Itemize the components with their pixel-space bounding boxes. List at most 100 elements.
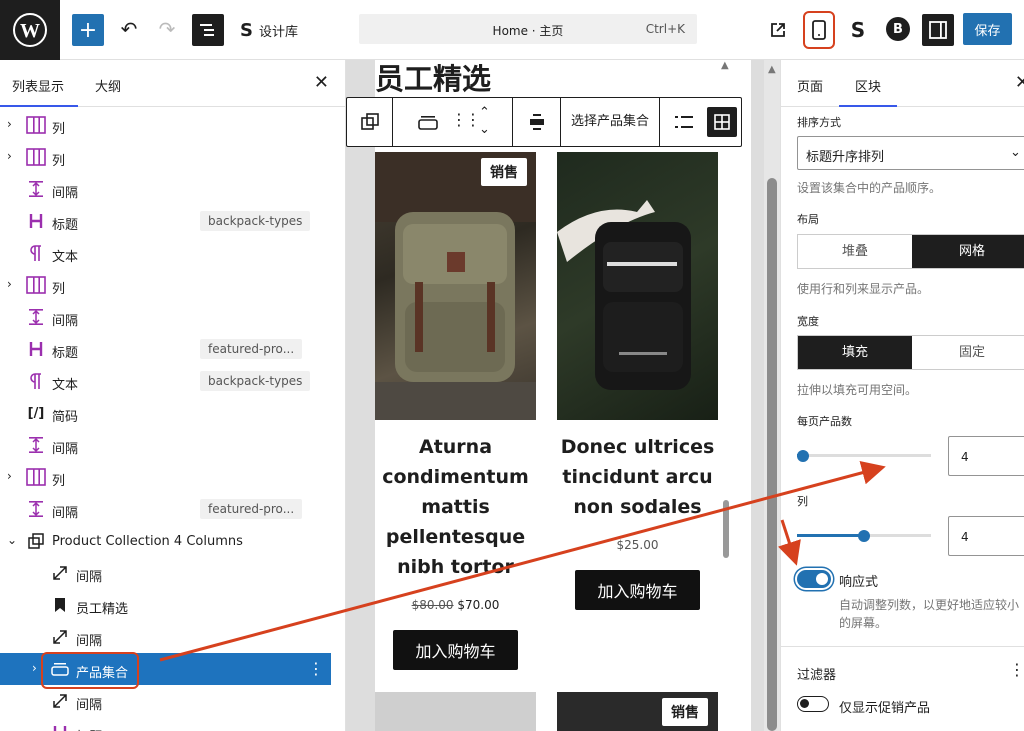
- settings-sidebar-button[interactable]: [922, 14, 954, 46]
- product-title[interactable]: Donec ultrices tincidunt arcu non sodale…: [557, 432, 718, 522]
- scrollbar-thumb[interactable]: [767, 178, 777, 731]
- slider-thumb[interactable]: [797, 450, 809, 462]
- close-icon[interactable]: ✕: [314, 72, 329, 93]
- toggle-knob: [816, 573, 828, 585]
- list-view-item[interactable]: › 列: [0, 141, 345, 173]
- redo-icon[interactable]: ↷: [154, 16, 180, 42]
- list-view-item-label: 简码: [52, 410, 79, 425]
- stylebook-icon: S: [240, 19, 253, 41]
- layout-grid-option[interactable]: 网格: [912, 235, 1024, 268]
- options-icon[interactable]: ⋮: [308, 659, 324, 678]
- slider-thumb[interactable]: [858, 530, 870, 542]
- scroll-up-icon[interactable]: ▲: [768, 64, 776, 75]
- sort-label: 排序方式: [797, 116, 841, 129]
- list-view-item[interactable]: 标题 backpack-types: [0, 205, 345, 237]
- tab-page[interactable]: 页面: [797, 76, 823, 95]
- list-view-item[interactable]: 间隔: [0, 685, 345, 717]
- columns-slider[interactable]: [797, 528, 931, 544]
- command-palette-button[interactable]: Home · 主页 Ctrl+K: [359, 14, 697, 44]
- product-image[interactable]: [375, 152, 536, 420]
- list-view-item[interactable]: 间隔: [0, 173, 345, 205]
- editor-scrollbar[interactable]: ▲: [764, 60, 780, 731]
- document-overview-button[interactable]: [192, 14, 224, 46]
- product-price: $25.00: [616, 538, 659, 552]
- per-page-label: 每页产品数: [797, 415, 852, 428]
- list-view-item-label: Product Collection 4 Columns: [52, 534, 243, 549]
- list-view-item[interactable]: › 列: [0, 109, 345, 141]
- add-to-cart-button[interactable]: 加入购物车: [575, 570, 700, 610]
- list-view-item[interactable]: 间隔 featured-pro...: [0, 493, 345, 525]
- tab-block[interactable]: 区块: [838, 76, 898, 107]
- list-view-item[interactable]: 标题: [0, 717, 345, 731]
- product-image[interactable]: [375, 692, 536, 731]
- save-button[interactable]: 保存: [963, 13, 1012, 45]
- site-editor-link[interactable]: S 设计库: [240, 18, 298, 42]
- canvas-scrollbar-thumb[interactable]: [723, 500, 729, 558]
- width-label: 宽度: [797, 315, 819, 328]
- chevron-right-icon[interactable]: ›: [7, 117, 12, 131]
- tab-outline[interactable]: 大纲: [95, 76, 121, 95]
- per-page-slider[interactable]: [797, 448, 931, 464]
- list-view-item-label: 列: [52, 154, 66, 169]
- resize-icon: [50, 692, 70, 710]
- chevron-right-icon[interactable]: ›: [7, 149, 12, 163]
- product-title[interactable]: Aturna condimentum mattis pellentesque n…: [375, 432, 536, 582]
- list-view-item[interactable]: 间隔: [0, 557, 345, 589]
- list-view-item[interactable]: ⌄ Product Collection 4 Columns: [0, 525, 345, 557]
- list-view-item[interactable]: 文本 backpack-types: [0, 365, 345, 397]
- page-heading[interactable]: 员工精选: [375, 60, 491, 98]
- list-view-item[interactable]: 文本: [0, 237, 345, 269]
- product-image[interactable]: [557, 152, 718, 420]
- close-icon[interactable]: ✕: [1015, 72, 1024, 93]
- plugin-icon[interactable]: B: [886, 17, 910, 41]
- heading-icon: [26, 340, 46, 358]
- collection-block-icon[interactable]: [417, 110, 439, 134]
- add-to-cart-button[interactable]: 加入购物车: [393, 630, 518, 670]
- per-page-input[interactable]: 4: [948, 436, 1024, 476]
- layout-stack-option[interactable]: 堆叠: [798, 235, 912, 268]
- chevron-down-icon[interactable]: ⌄: [7, 533, 17, 547]
- heading-icon: [50, 724, 70, 731]
- list-view-item-label: 文本: [52, 378, 79, 393]
- list-view-item[interactable]: › 列: [0, 269, 345, 301]
- move-up-down-icon[interactable]: ⌃ ⌄: [479, 104, 490, 138]
- canvas-scroll-up-icon[interactable]: ▲: [721, 60, 729, 71]
- width-fixed-option[interactable]: 固定: [912, 336, 1024, 369]
- chevron-right-icon[interactable]: ›: [32, 661, 37, 675]
- columns-icon: [26, 148, 46, 166]
- wordpress-logo-icon[interactable]: W: [0, 0, 60, 60]
- list-view-item[interactable]: 间隔: [0, 301, 345, 333]
- align-icon[interactable]: [512, 98, 560, 146]
- columns-input[interactable]: 4: [948, 516, 1024, 556]
- anchor-badge: backpack-types: [200, 371, 311, 391]
- bookmark-icon: [50, 596, 70, 614]
- undo-icon[interactable]: ↶: [116, 16, 142, 42]
- list-view-item[interactable]: 标题 featured-pro...: [0, 333, 345, 365]
- mobile-preview-highlight: [803, 11, 835, 49]
- responsive-toggle[interactable]: [797, 570, 831, 588]
- drag-handle-icon[interactable]: ⋮⋮: [451, 110, 481, 129]
- list-view-item[interactable]: 员工精选: [0, 589, 345, 621]
- list-view-item[interactable]: 间隔: [0, 429, 345, 461]
- list-view-layout-icon[interactable]: [672, 110, 696, 134]
- grid-layout-icon[interactable]: [707, 107, 737, 137]
- toggle-knob: [800, 699, 809, 708]
- chevron-right-icon[interactable]: ›: [7, 277, 12, 291]
- list-view-item[interactable]: [/] 简码: [0, 397, 345, 429]
- add-block-button[interactable]: +: [72, 14, 104, 46]
- tab-list-view[interactable]: 列表显示: [0, 76, 79, 107]
- list-view-item[interactable]: › 列: [0, 461, 345, 493]
- external-link-icon[interactable]: [766, 18, 790, 42]
- styles-icon[interactable]: S: [846, 17, 870, 43]
- sort-select[interactable]: 标题升序排列 ⌄: [797, 136, 1024, 170]
- filters-options-icon[interactable]: ⋮: [1009, 660, 1024, 679]
- list-view-item-label: 员工精选: [76, 602, 129, 617]
- chevron-right-icon[interactable]: ›: [7, 469, 12, 483]
- sale-only-toggle[interactable]: [797, 696, 829, 712]
- list-view-item[interactable]: 间隔: [0, 621, 345, 653]
- parent-block-icon[interactable]: [347, 98, 393, 146]
- top-toolbar: W + ↶ ↷ S 设计库 Home · 主页 Ctrl+K S B 保存: [0, 0, 1024, 60]
- editor-canvas[interactable]: 员工精选 销售 Aturna condimentum mattis pellen…: [375, 60, 751, 731]
- choose-collection-button[interactable]: 选择产品集合: [560, 98, 660, 146]
- width-fill-option[interactable]: 填充: [798, 336, 912, 369]
